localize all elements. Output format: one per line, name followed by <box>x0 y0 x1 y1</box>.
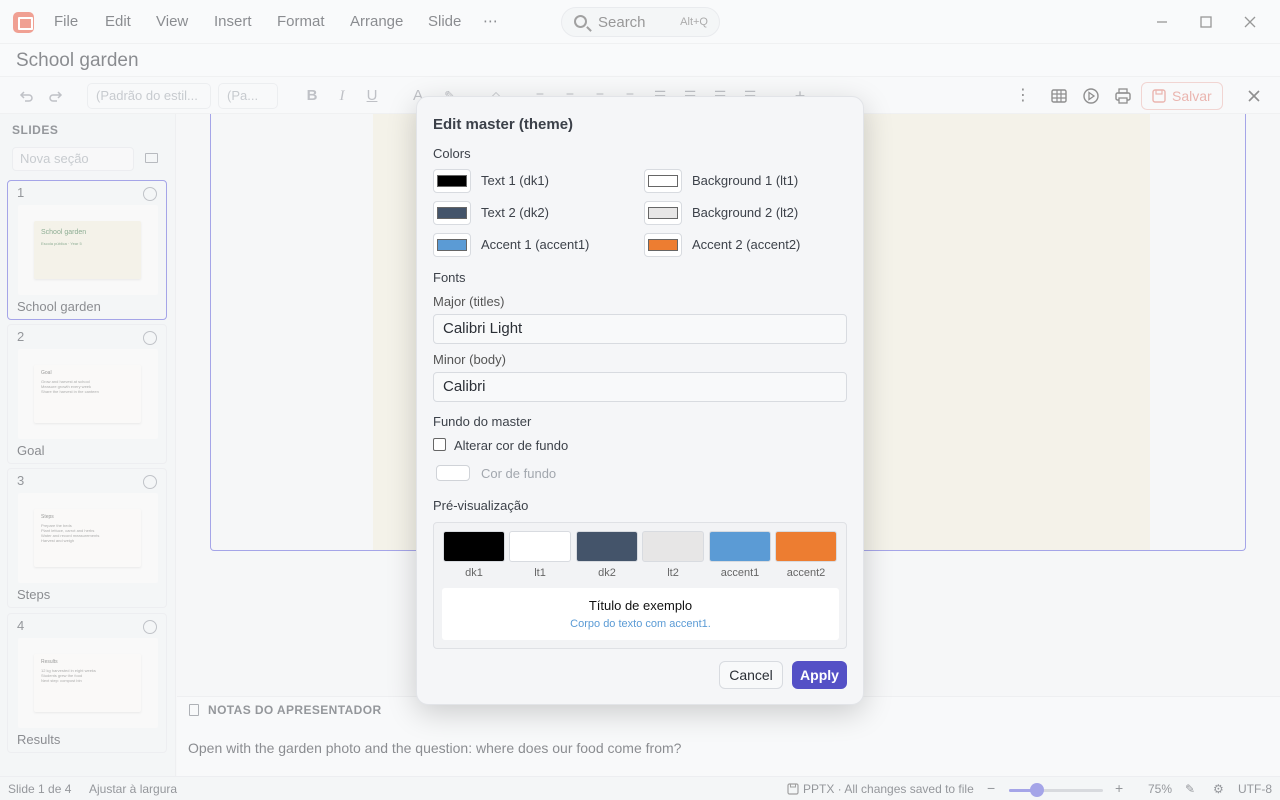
preview-label-accent2: accent2 <box>786 567 826 579</box>
swatch-fill <box>648 239 678 251</box>
color-swatch-dk1[interactable] <box>433 169 471 193</box>
change-background-checkbox[interactable] <box>433 438 446 451</box>
preview-swatch-dk2 <box>576 531 638 562</box>
swatch-fill <box>437 207 467 219</box>
color-swatch-lt1[interactable] <box>644 169 682 193</box>
color-label-lt2: Background 2 (lt2) <box>692 205 799 220</box>
color-swatch-accent2[interactable] <box>644 233 682 257</box>
preview-sample-card: Título de exemplo Corpo do texto com acc… <box>442 588 839 640</box>
preview-swatch-dk1 <box>443 531 505 562</box>
color-label-dk2: Text 2 (dk2) <box>481 205 549 220</box>
color-label-accent1: Accent 1 (accent1) <box>481 237 590 252</box>
preview-label-dk2: dk2 <box>598 567 616 579</box>
edit-master-dialog: Edit master (theme) Colors Text 1 (dk1) … <box>416 96 864 705</box>
preview-swatch-accent2 <box>775 531 837 562</box>
preview-swatch-lt1 <box>509 531 571 562</box>
color-label-lt1: Background 1 (lt1) <box>692 173 799 188</box>
background-color-label: Cor de fundo <box>481 466 557 481</box>
cancel-button[interactable]: Cancel <box>719 661 783 689</box>
preview-label-lt1: lt1 <box>534 567 546 579</box>
preview-label-lt2: lt2 <box>667 567 679 579</box>
preview-swatch-accent1 <box>709 531 771 562</box>
color-swatch-dk2[interactable] <box>433 201 471 225</box>
dialog-title: Edit master (theme) <box>433 116 574 133</box>
color-label-accent2: Accent 2 (accent2) <box>692 237 801 252</box>
background-color-swatch <box>436 465 470 481</box>
theme-preview: dk1 lt1 dk2 lt2 accent1 accent2 Título d… <box>433 522 847 649</box>
color-label-dk1: Text 1 (dk1) <box>481 173 549 188</box>
colors-section-label: Colors <box>433 146 471 161</box>
color-swatch-accent1[interactable] <box>433 233 471 257</box>
apply-button[interactable]: Apply <box>792 661 847 689</box>
color-swatch-lt2[interactable] <box>644 201 682 225</box>
major-font-label: Major (titles) <box>433 294 505 309</box>
master-background-label: Fundo do master <box>433 414 532 429</box>
swatch-fill <box>648 175 678 187</box>
preview-swatch-lt2 <box>642 531 704 562</box>
preview-sample-title: Título de exemplo <box>588 598 693 613</box>
major-font-field[interactable]: Calibri Light <box>433 314 847 344</box>
fonts-section-label: Fonts <box>433 270 466 285</box>
preview-label-dk1: dk1 <box>465 567 483 579</box>
preview-label-accent1: accent1 <box>720 567 760 579</box>
minor-font-label: Minor (body) <box>433 352 506 367</box>
swatch-fill <box>437 175 467 187</box>
preview-sample-body: Corpo do texto com accent1. <box>570 618 711 630</box>
minor-font-field[interactable]: Calibri <box>433 372 847 402</box>
preview-section-label: Pré-visualização <box>433 498 529 513</box>
swatch-fill <box>648 207 678 219</box>
swatch-fill <box>437 239 467 251</box>
change-background-label[interactable]: Alterar cor de fundo <box>454 438 568 453</box>
